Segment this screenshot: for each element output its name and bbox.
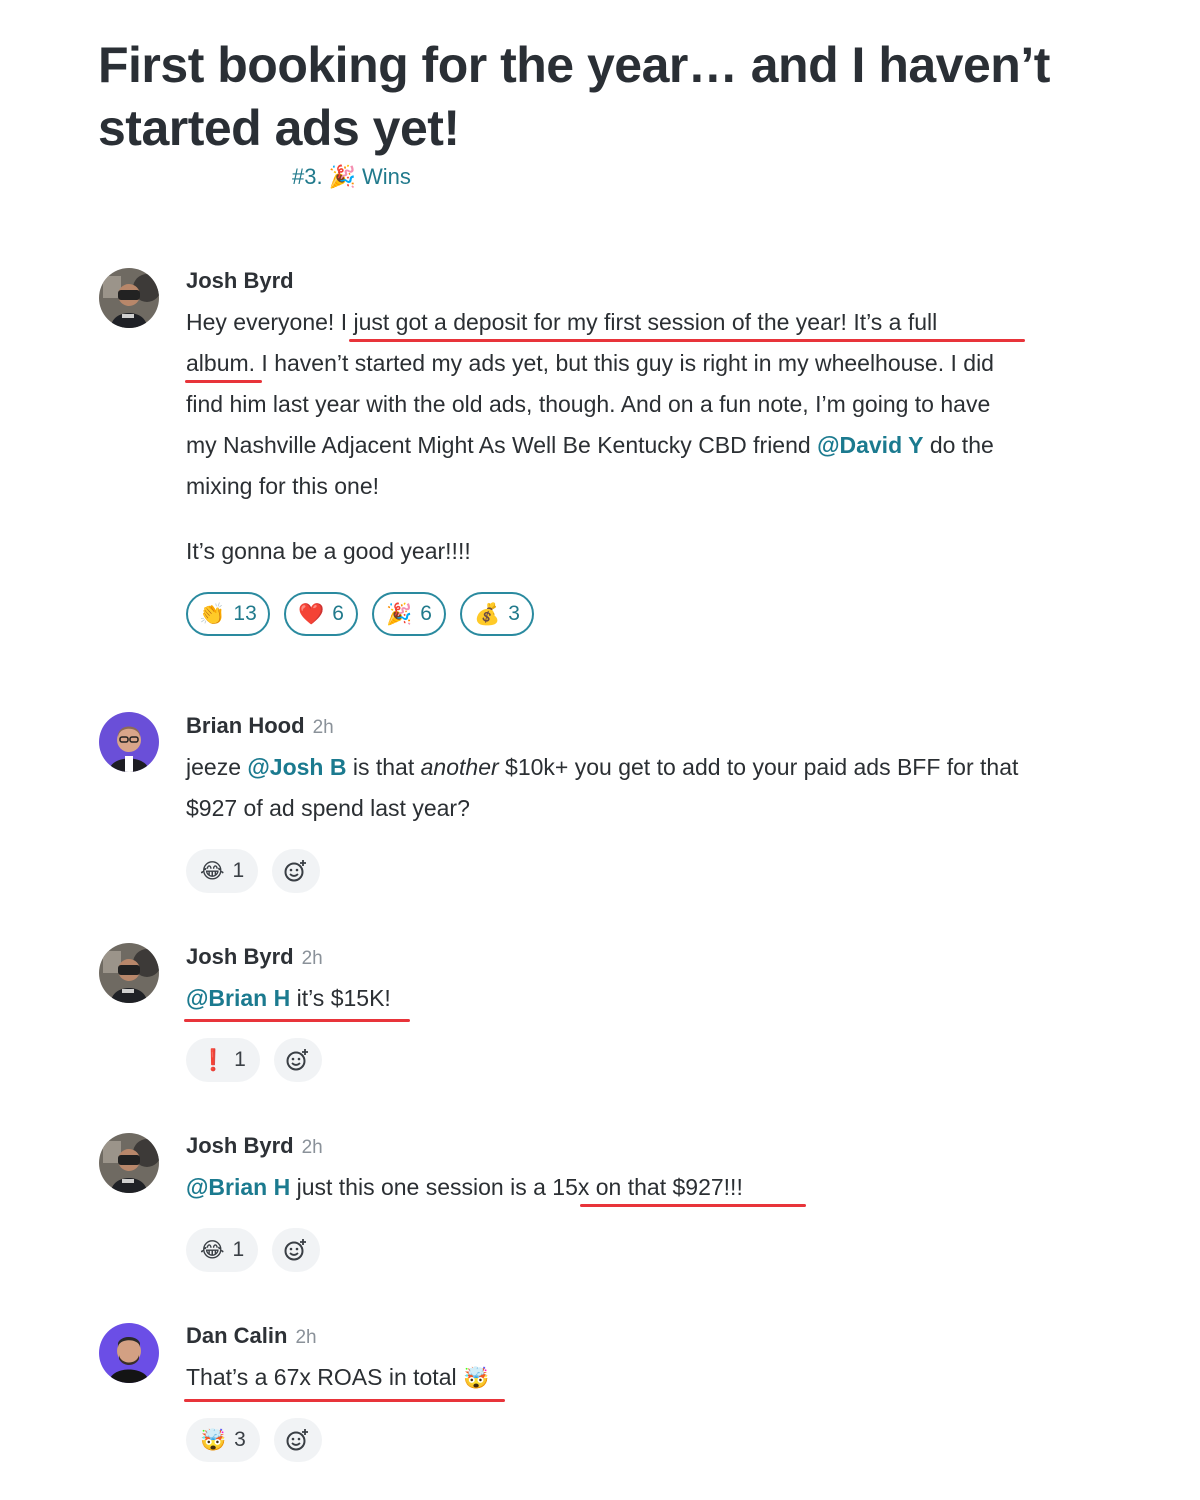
comment-line: mixing for this one! xyxy=(186,473,380,499)
comment-line: $927 of ad spend last year? xyxy=(186,795,470,821)
reaction-party[interactable]: 🎉 6 xyxy=(372,592,446,636)
reaction-count: 13 xyxy=(233,602,257,625)
highlighted-text: album. xyxy=(186,350,256,376)
timestamp: 2h xyxy=(312,717,334,738)
red-underline xyxy=(185,380,262,383)
reaction-count: 6 xyxy=(332,602,344,625)
comment-header: Josh Byrd xyxy=(186,268,302,294)
reaction-row: ❗ 1 xyxy=(186,1038,322,1082)
channel-number: #3. xyxy=(292,164,323,189)
comment-body: That’s a 67x ROAS in total 🤯 xyxy=(186,1357,489,1398)
money-bag-icon: 💰 xyxy=(474,602,501,626)
red-underline xyxy=(184,1399,505,1402)
red-underline xyxy=(184,1019,410,1022)
exploding-head-icon: 🤯 xyxy=(463,1367,490,1390)
highlighted-text: That’s a 67x ROAS in total xyxy=(186,1364,457,1390)
comment-body: @Brian H just this one session is a 15x … xyxy=(186,1174,743,1200)
reaction-exploding-head[interactable]: 🤯 3 xyxy=(186,1418,260,1462)
author-name[interactable]: Josh Byrd xyxy=(186,268,294,294)
comment-body: jeeze @Josh B is that another $10k+ you … xyxy=(186,747,1146,829)
timestamp: 2h xyxy=(301,948,323,969)
reaction-joy[interactable]: 😂 1 xyxy=(186,849,259,893)
mention-brian-h[interactable]: @Brian H xyxy=(186,1174,290,1200)
laughing-tears-icon: 😂 xyxy=(200,1238,225,1262)
mention-brian-h[interactable]: @Brian H xyxy=(186,985,290,1011)
author-name[interactable]: Brian Hood xyxy=(186,713,305,739)
add-emoji-icon xyxy=(284,1239,307,1261)
add-emoji-icon xyxy=(284,860,307,882)
exploding-head-icon: 🤯 xyxy=(200,1428,227,1452)
avatar-brian-hood[interactable] xyxy=(99,712,159,772)
comment-body: @Brian H it’s $15K! xyxy=(186,985,391,1011)
add-emoji-icon xyxy=(286,1049,308,1071)
mention-josh-b[interactable]: @Josh B xyxy=(247,754,346,780)
avatar-dan-calin[interactable] xyxy=(99,1323,159,1383)
add-reaction-button[interactable] xyxy=(273,1038,322,1082)
comment-header: Brian Hood 2h xyxy=(186,713,334,739)
laughing-tears-icon: 😂 xyxy=(200,859,225,883)
comment-header: Dan Calin 2h xyxy=(186,1323,317,1349)
author-name[interactable]: Dan Calin xyxy=(186,1323,287,1349)
comment-line: album. I haven’t started my ads yet, but… xyxy=(186,350,994,376)
highlighted-text: I just got a deposit for my first sessio… xyxy=(340,309,938,335)
reaction-row: 😂 1 xyxy=(186,1228,321,1272)
comment-header: Josh Byrd 2h xyxy=(186,944,323,970)
timestamp: 2h xyxy=(295,1327,317,1348)
reaction-count: 1 xyxy=(232,1238,245,1261)
clapping-hands-icon: 👏 xyxy=(199,602,226,626)
reaction-count: 6 xyxy=(420,602,432,625)
exclamation-icon: ❗ xyxy=(200,1048,227,1072)
comment-header: Josh Byrd 2h xyxy=(186,1133,323,1159)
reaction-row: 😂 1 xyxy=(186,849,321,893)
author-name[interactable]: Josh Byrd xyxy=(186,1133,294,1159)
reaction-joy[interactable]: 😂 1 xyxy=(186,1228,259,1272)
channel-link[interactable]: #3. 🎉 Wins xyxy=(292,164,411,190)
timestamp: 2h xyxy=(301,1137,323,1158)
comment-body: Hey everyone! I just got a deposit for m… xyxy=(186,302,1126,507)
party-popper-icon: 🎉 xyxy=(328,164,356,189)
red-underline xyxy=(349,339,1025,342)
post-title: First booking for the year… and I haven’… xyxy=(98,37,1050,156)
add-reaction-button[interactable] xyxy=(272,849,321,893)
add-reaction-button[interactable] xyxy=(273,1418,322,1462)
reaction-count: 1 xyxy=(234,1048,246,1071)
channel-name: Wins xyxy=(362,164,411,189)
author-name[interactable]: Josh Byrd xyxy=(186,944,294,970)
party-popper-icon: 🎉 xyxy=(386,602,413,626)
reaction-count: 3 xyxy=(234,1428,246,1451)
comment-line: find him last year with the old ads, tho… xyxy=(186,391,991,417)
highlighted-text: 15x on that $927!!! xyxy=(552,1174,743,1200)
avatar-josh-byrd[interactable] xyxy=(99,1133,159,1193)
comment-line: jeeze @Josh B is that another $10k+ you … xyxy=(186,754,1019,780)
reaction-exclamation[interactable]: ❗ 1 xyxy=(186,1038,260,1082)
reaction-row: 👏 13 ❤️ 6 🎉 6 💰 3 xyxy=(186,592,534,636)
add-reaction-button[interactable] xyxy=(272,1228,321,1272)
mention-david-y[interactable]: @David Y xyxy=(817,432,923,458)
heart-icon: ❤️ xyxy=(298,602,325,626)
reaction-heart[interactable]: ❤️ 6 xyxy=(284,592,358,636)
avatar-josh-byrd[interactable] xyxy=(99,943,159,1003)
reaction-count: 1 xyxy=(232,859,245,882)
comment-line: my Nashville Adjacent Might As Well Be K… xyxy=(186,432,994,458)
add-emoji-icon xyxy=(286,1429,308,1451)
comment-line: Hey everyone! I just got a deposit for m… xyxy=(186,309,938,335)
red-underline xyxy=(580,1204,806,1207)
avatar-josh-byrd[interactable] xyxy=(99,268,159,328)
reaction-clap[interactable]: 👏 13 xyxy=(186,592,270,636)
reaction-count: 3 xyxy=(508,602,520,625)
reaction-row: 🤯 3 xyxy=(186,1418,322,1462)
comment-line: It’s gonna be a good year!!!! xyxy=(186,538,471,564)
reaction-money-bag[interactable]: 💰 3 xyxy=(460,592,534,636)
